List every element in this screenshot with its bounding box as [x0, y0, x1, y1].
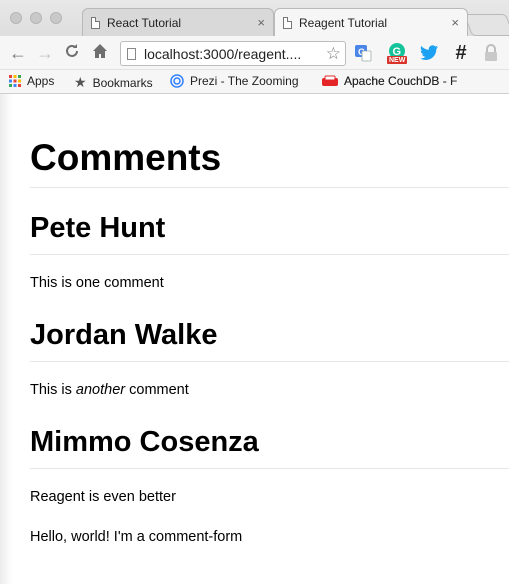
close-tab-icon[interactable]: × — [257, 15, 265, 30]
comment-author: Pete Hunt — [30, 212, 166, 244]
comment-author: Jordan Walke — [30, 319, 218, 351]
comment-text: Reagent is even better — [30, 489, 176, 505]
tab-title: Reagent Tutorial — [299, 15, 388, 30]
bookmark-label: Apps — [27, 74, 55, 88]
bookmark-label: Apache CouchDB - F — [344, 74, 458, 88]
comment-text: This is another comment — [30, 382, 189, 398]
twitter-extension-icon[interactable] — [418, 42, 440, 64]
reload-button[interactable] — [64, 42, 80, 64]
bookmark-label: Bookmarks — [92, 75, 153, 90]
address-bar[interactable]: localhost:3000/reagent.... ☆ — [120, 41, 346, 66]
home-icon — [93, 44, 107, 58]
page-title: Comments — [30, 137, 222, 178]
couchdb-icon — [322, 75, 338, 86]
star-icon: ★ — [74, 74, 87, 90]
zoom-window-button[interactable] — [50, 12, 62, 24]
tab-strip: React Tutorial × Reagent Tutorial × — [0, 0, 509, 36]
author-divider — [30, 468, 509, 469]
close-window-button[interactable] — [10, 12, 22, 24]
comment-form: Hello, world! I'm a comment-form — [30, 529, 243, 545]
bookmark-label: Prezi - The Zooming — [190, 74, 299, 88]
author-divider — [30, 254, 509, 255]
hashtag-extension-icon[interactable]: # — [450, 42, 472, 64]
lock-extension-icon[interactable] — [480, 42, 502, 64]
forward-button[interactable]: → — [36, 42, 54, 64]
apps-grid-icon — [9, 75, 21, 87]
page-icon — [127, 47, 136, 60]
url-text: localhost:3000/reagent.... — [144, 45, 302, 62]
tab-reagent-tutorial[interactable]: Reagent Tutorial × — [274, 8, 468, 36]
close-tab-icon[interactable]: × — [451, 15, 459, 30]
window-edge-shadow — [0, 94, 12, 584]
page-icon — [283, 16, 292, 29]
bookmarks-bar: Apps ★ Bookmarks Prezi - The Zooming Apa… — [0, 70, 509, 94]
back-button[interactable]: ← — [9, 42, 27, 64]
bookmark-prezi[interactable]: Prezi - The Zooming — [170, 74, 299, 88]
comment-author: Mimmo Cosenza — [30, 426, 259, 458]
bookmark-star-icon[interactable]: ☆ — [326, 44, 341, 64]
grammarly-extension-icon[interactable]: G NEW — [386, 42, 408, 64]
new-tab-button[interactable] — [463, 14, 509, 36]
home-button[interactable] — [92, 42, 108, 64]
bookmark-bookmarks[interactable]: ★ Bookmarks — [74, 74, 153, 91]
page-icon — [91, 16, 100, 29]
prezi-icon — [170, 74, 184, 88]
title-divider — [30, 187, 509, 188]
tab-title: React Tutorial — [107, 15, 182, 30]
author-divider — [30, 361, 509, 362]
translate-extension-icon[interactable]: G — [352, 42, 374, 64]
reload-icon — [66, 44, 78, 57]
tab-react-tutorial[interactable]: React Tutorial × — [82, 8, 274, 36]
new-badge: NEW — [389, 57, 406, 64]
minimize-window-button[interactable] — [30, 12, 42, 24]
bookmark-apps[interactable]: Apps — [9, 74, 54, 88]
bookmark-couchdb[interactable]: Apache CouchDB - F — [322, 74, 457, 88]
comment-text: This is one comment — [30, 275, 164, 291]
browser-toolbar: ← → localhost:3000/reagent.... ☆ G G NEW — [0, 36, 509, 70]
page-viewport: Comments Pete Hunt This is one comment J… — [0, 94, 509, 584]
